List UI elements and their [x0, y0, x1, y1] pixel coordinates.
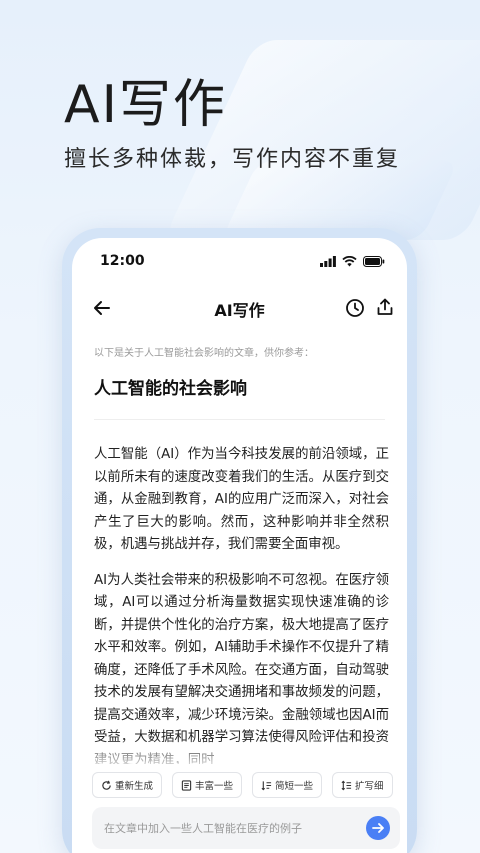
chip-label: 简短一些 — [275, 781, 314, 792]
history-clock-icon[interactable] — [345, 298, 365, 322]
share-icon[interactable] — [375, 297, 395, 321]
wifi-icon — [342, 255, 357, 266]
expand-icon — [341, 780, 352, 790]
divider — [94, 419, 385, 420]
refresh-icon — [102, 780, 111, 790]
article-paragraph: AI为人类社会带来的积极影响不可忽视。在医疗领域，AI可以通过分析海量数据实现快… — [94, 572, 389, 765]
signal-icon — [320, 255, 336, 267]
battery-icon — [363, 255, 385, 267]
back-arrow-icon[interactable] — [92, 298, 112, 322]
hero-subtitle: 擅长多种体裁，写作内容不重复 — [64, 147, 401, 172]
status-bar: 12:00 — [100, 252, 385, 270]
enrich-button[interactable]: 丰富一些 — [172, 772, 243, 798]
send-button[interactable] — [366, 816, 390, 840]
expand-button[interactable]: 扩写细 — [332, 772, 393, 798]
action-chips: 重新生成 丰富一些 简短一些 扩写细 — [92, 772, 407, 798]
regenerate-button[interactable]: 重新生成 — [92, 772, 163, 798]
article-intro: 以下是关于人工智能社会影响的文章，供你参考： — [94, 348, 314, 359]
prompt-input-placeholder: 在文章中加入一些人工智能在医疗的例子 — [104, 822, 302, 835]
chip-label: 重新生成 — [115, 781, 154, 792]
prompt-input[interactable]: 在文章中加入一些人工智能在医疗的例子 — [92, 807, 400, 849]
enrich-icon — [181, 779, 192, 791]
status-icons — [320, 255, 385, 267]
status-time: 12:00 — [100, 253, 145, 269]
article-paragraph: 人工智能（AI）作为当今科技发展的前沿领域，正以前所未有的速度改变着我们的生活。… — [94, 447, 389, 552]
text-fade-overlay — [72, 738, 407, 772]
shorten-icon — [261, 780, 272, 790]
hero-title: AI写作 — [64, 75, 227, 135]
navbar: AI写作 — [72, 294, 407, 324]
phone-mockup: 12:00 AI写作 以下是关于人工智能社会影响的文章，供你参考： 人工智能的社… — [62, 228, 417, 853]
send-arrow-icon — [372, 823, 384, 833]
article-title: 人工智能的社会影响 — [94, 379, 247, 399]
chip-label: 丰富一些 — [195, 781, 234, 792]
chip-label: 扩写细 — [355, 781, 384, 792]
article-body: 人工智能（AI）作为当今科技发展的前沿领域，正以前所未有的速度改变着我们的生活。… — [94, 444, 389, 764]
phone-screen: 12:00 AI写作 以下是关于人工智能社会影响的文章，供你参考： 人工智能的社… — [72, 238, 407, 853]
navbar-title: AI写作 — [214, 301, 265, 320]
shorten-button[interactable]: 简短一些 — [252, 772, 323, 798]
